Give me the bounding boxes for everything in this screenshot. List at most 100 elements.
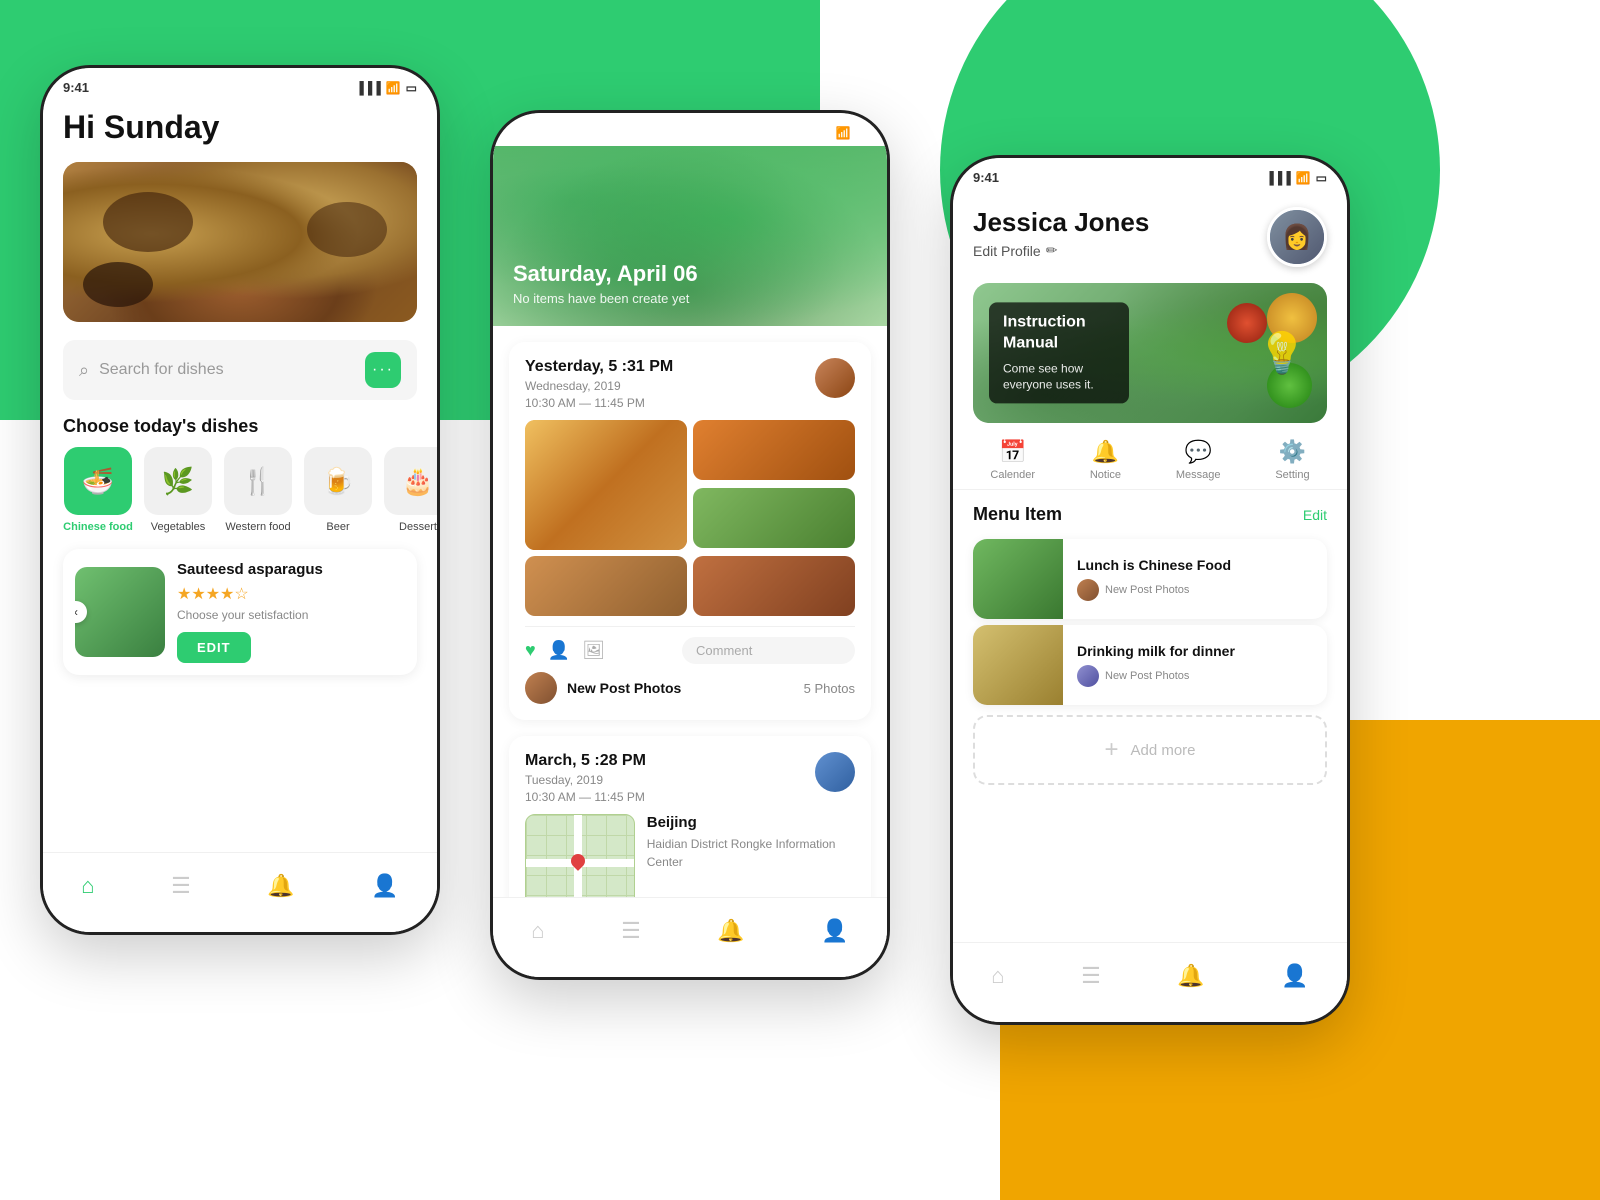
new-post-avatar-1	[525, 672, 557, 704]
post-time-1: Yesterday, 5 :31 PM	[525, 358, 673, 376]
nav-calendar[interactable]: ☰	[171, 873, 191, 899]
western-food-icon: 🍴	[242, 466, 274, 497]
category-beer[interactable]: 🍺 Beer	[303, 447, 373, 533]
heart-icon[interactable]: ♥	[525, 640, 536, 661]
nav-home-r[interactable]: ⌂	[991, 963, 1004, 989]
add-more-card[interactable]: + Add more	[973, 715, 1327, 785]
hero-text: Saturday, April 06 No items have been cr…	[513, 261, 698, 306]
category-dessert[interactable]: 🎂 Dessert	[383, 447, 437, 533]
message-tab-icon: 💬	[1184, 439, 1211, 465]
category-western[interactable]: 🍴 Western food	[223, 447, 293, 533]
hero-food-image	[63, 162, 417, 322]
person-icon[interactable]: 👤	[548, 640, 570, 661]
dish-subtitle: Choose your setisfaction	[177, 608, 405, 622]
post-time-2: March, 5 :28 PM	[525, 752, 646, 770]
post-meta-1: Yesterday, 5 :31 PM Wednesday, 2019 10:3…	[525, 358, 673, 410]
chinese-food-icon: 🍜	[82, 466, 114, 497]
nav-calendar-r[interactable]: ☰	[1081, 963, 1101, 989]
category-vegetables[interactable]: 🌿 Vegetables	[143, 447, 213, 533]
status-bar-left: 9:41 ▐▐▐ 📶 ▭	[43, 68, 437, 101]
wifi-icon-c: 📶	[836, 126, 851, 140]
location-name: Beijing	[647, 814, 855, 831]
profile-icon-r: 👤	[1281, 963, 1308, 989]
image-icon[interactable]: 🖼	[582, 640, 605, 661]
tab-bar-right: 📅 Calender 🔔 Notice 💬 Message ⚙️ Setting	[953, 423, 1347, 490]
photos-grid-1	[525, 420, 855, 616]
nav-home-c[interactable]: ⌂	[531, 918, 544, 944]
hero-subtitle: No items have been create yet	[513, 291, 698, 306]
category-chinese[interactable]: 🍜 Chinese food	[63, 447, 133, 533]
calendar-icon: ☰	[171, 873, 191, 899]
post-date-2: Tuesday, 2019	[525, 773, 646, 787]
western-food-label: Western food	[225, 521, 290, 533]
profile-header: Jessica Jones Edit Profile ✏ 👩	[953, 191, 1347, 283]
photo-sm-4	[693, 556, 855, 616]
wifi-icon: 📶	[386, 81, 401, 95]
add-more-label: Add more	[1130, 742, 1195, 759]
status-time-right: 9:41	[973, 170, 999, 185]
dish-name: Sauteesd asparagus	[177, 561, 405, 578]
photo-sm-2	[693, 488, 855, 548]
signal-icon-r: ▐▐▐	[1265, 171, 1291, 185]
edit-profile-row[interactable]: Edit Profile ✏	[973, 242, 1149, 259]
bell-icon-c: 🔔	[717, 918, 744, 944]
dessert-label: Dessert	[399, 521, 437, 533]
status-icons-center: ▐▐▐ 📶 ▭	[805, 126, 867, 140]
location-address: Haidian District Rongke Information Cent…	[647, 835, 855, 871]
menu-item-avatar-1	[1077, 579, 1099, 601]
greeting-text: Hi Sunday	[63, 109, 417, 146]
tab-calendar[interactable]: 📅 Calender	[990, 439, 1035, 481]
tab-message[interactable]: 💬 Message	[1176, 439, 1221, 481]
nav-bell[interactable]: 🔔	[267, 873, 294, 899]
nav-profile-r[interactable]: 👤	[1281, 963, 1308, 989]
tab-setting[interactable]: ⚙️ Setting	[1275, 439, 1309, 481]
new-post-label-1: New Post Photos	[567, 680, 681, 696]
menu-item-info-1: Lunch is Chinese Food New Post Photos	[1063, 547, 1327, 611]
search-options-button[interactable]: ···	[365, 352, 401, 388]
edit-dish-button[interactable]: EDIT	[177, 632, 251, 663]
menu-item-sub-1: New Post Photos	[1077, 579, 1313, 601]
notice-tab-icon: 🔔	[1092, 439, 1119, 465]
signal-icon: ▐▐▐	[355, 81, 381, 95]
home-icon-c: ⌂	[531, 918, 544, 944]
vegetables-icon-bg: 🌿	[144, 447, 212, 515]
status-time-center: 9:41	[513, 125, 539, 140]
status-bar-center: 9:41 ▐▐▐ 📶 ▭	[493, 113, 887, 146]
nav-profile-c[interactable]: 👤	[821, 918, 848, 944]
status-icons-right: ▐▐▐ 📶 ▭	[1265, 171, 1327, 185]
tab-notice[interactable]: 🔔 Notice	[1090, 439, 1121, 481]
calendar-tab-icon: 📅	[999, 439, 1026, 465]
post-header-2: March, 5 :28 PM Tuesday, 2019 10:30 AM —…	[525, 752, 855, 804]
post-header-1: Yesterday, 5 :31 PM Wednesday, 2019 10:3…	[525, 358, 855, 410]
phone-left: 9:41 ▐▐▐ 📶 ▭ Hi Sunday ⌕ Search for	[40, 65, 440, 935]
edit-profile-label: Edit Profile	[973, 243, 1041, 259]
nav-bell-c[interactable]: 🔔	[717, 918, 744, 944]
calendar-icon-r: ☰	[1081, 963, 1101, 989]
photo-big-1	[525, 420, 687, 550]
nav-profile[interactable]: 👤	[371, 873, 398, 899]
search-bar[interactable]: ⌕ Search for dishes ···	[63, 340, 417, 400]
home-icon: ⌂	[81, 873, 94, 899]
nav-home[interactable]: ⌂	[81, 873, 94, 899]
nav-bell-r[interactable]: 🔔	[1177, 963, 1204, 989]
new-post-left-1: New Post Photos	[525, 672, 681, 704]
menu-edit-button[interactable]: Edit	[1303, 507, 1327, 523]
search-icon: ⌕	[79, 360, 89, 381]
plus-icon: +	[1104, 736, 1118, 764]
phone-center: 9:41 ▐▐▐ 📶 ▭ Saturday, April 06 No items…	[490, 110, 890, 980]
nav-calendar-c[interactable]: ☰	[621, 918, 641, 944]
chinese-food-icon-bg: 🍜	[64, 447, 132, 515]
calendar-tab-label: Calender	[990, 469, 1035, 481]
instruction-banner: Instruction Manual Come see how everyone…	[973, 283, 1327, 423]
setting-tab-label: Setting	[1275, 469, 1309, 481]
center-hero: Saturday, April 06 No items have been cr…	[493, 146, 887, 326]
menu-item-1: Lunch is Chinese Food New Post Photos	[973, 539, 1327, 619]
greeting-header: Hi Sunday	[43, 101, 437, 162]
banner-text-box: Instruction Manual Come see how everyone…	[989, 302, 1129, 403]
comment-input[interactable]: Comment	[682, 637, 855, 664]
battery-icon: ▭	[406, 81, 417, 95]
post-card-1: Yesterday, 5 :31 PM Wednesday, 2019 10:3…	[509, 342, 871, 720]
status-time: 9:41	[63, 80, 89, 95]
phone-right: 9:41 ▐▐▐ 📶 ▭ Jessica Jones Edit Profile …	[950, 155, 1350, 1025]
dish-image: ‹	[75, 567, 165, 657]
